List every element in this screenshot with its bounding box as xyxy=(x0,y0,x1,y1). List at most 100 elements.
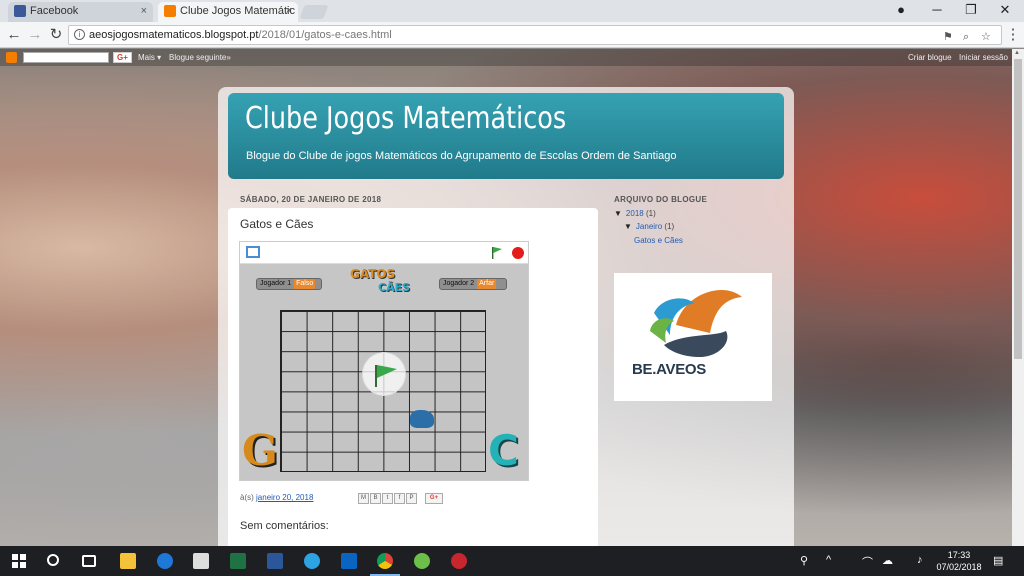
notifications-icon[interactable]: ▤ xyxy=(993,554,1003,567)
scrollbar-thumb[interactable] xyxy=(1014,59,1022,359)
url-path: /2018/01/gatos-e-caes.html xyxy=(258,29,392,41)
green-flag-icon xyxy=(375,365,397,387)
people-icon[interactable]: ⚲ xyxy=(800,554,808,567)
game-title-top: GATOS xyxy=(350,267,396,281)
browser-tab-strip: Facebook × Clube Jogos Matemátic × ● ─ ❐… xyxy=(0,0,1024,22)
pinterest-share-icon[interactable]: P xyxy=(406,493,417,504)
store-icon[interactable] xyxy=(193,553,209,569)
excel-icon[interactable] xyxy=(230,553,246,569)
blogger-logo-icon[interactable] xyxy=(6,52,17,63)
tab-label: Facebook xyxy=(30,5,79,17)
search-icon[interactable] xyxy=(47,554,59,566)
player2-name: Jogador 2 xyxy=(443,280,475,287)
back-button[interactable]: ← xyxy=(4,25,24,45)
expand-arrow-icon[interactable]: ▼ xyxy=(614,209,622,218)
outlook-icon[interactable] xyxy=(341,553,357,569)
file-explorer-icon[interactable] xyxy=(120,553,136,569)
blog-title[interactable]: Clube Jogos Matemáticos xyxy=(245,101,566,136)
archive-title: ARQUIVO DO BLOGUE xyxy=(614,195,708,204)
fullscreen-icon[interactable] xyxy=(246,246,260,258)
library-logo-icon xyxy=(650,289,742,357)
web-page: G+ Mais ▾ Blogue seguinte» Criar blogue … xyxy=(0,49,1024,546)
info-icon[interactable]: i xyxy=(74,29,85,40)
game-title-bottom: CÃES xyxy=(378,281,411,294)
volume-icon[interactable]: ♪ xyxy=(917,554,923,566)
share-buttons: M B t f P G+ xyxy=(358,493,443,504)
twitter-share-icon[interactable]: t xyxy=(382,493,393,504)
scratch-game-embed[interactable]: Jogador 1 Falso Jogador 2 Arfar GATOS CÃES… xyxy=(239,241,529,481)
tab-label: Clube Jogos Matemátic xyxy=(180,5,295,17)
extension-icon[interactable]: ⚑ xyxy=(943,28,953,46)
game-title: GATOS CÃES xyxy=(350,267,411,295)
tab-facebook[interactable]: Facebook × xyxy=(8,2,153,22)
tray-chevron-icon[interactable]: ^ xyxy=(826,554,831,566)
cloud-icon[interactable]: ☁ xyxy=(882,554,893,567)
task-view-icon[interactable] xyxy=(82,555,96,567)
blog-share-icon[interactable]: B xyxy=(370,493,381,504)
green-flag-icon[interactable] xyxy=(492,247,502,259)
forward-button[interactable]: → xyxy=(25,25,45,45)
player1-value: Falso xyxy=(294,279,316,289)
tab-close-icon[interactable]: × xyxy=(141,2,147,20)
tab-close-icon[interactable]: × xyxy=(286,2,292,20)
internet-explorer-icon[interactable] xyxy=(304,553,320,569)
library-logo-text: BE.AVEOS xyxy=(632,361,707,378)
close-button[interactable]: ✕ xyxy=(988,0,1022,22)
archive-year-count: (1) xyxy=(645,209,656,218)
post-permalink[interactable]: janeiro 20, 2018 xyxy=(256,493,313,502)
address-bar-row: ← → ↻ i aeosjogosmatematicos.blogspot.pt… xyxy=(0,22,1024,48)
more-menu[interactable]: Mais ▾ xyxy=(138,49,161,66)
app-red-icon[interactable] xyxy=(451,553,467,569)
create-blog-link[interactable]: Criar blogue xyxy=(908,49,952,66)
email-share-icon[interactable]: M xyxy=(358,493,369,504)
edge-icon[interactable] xyxy=(157,553,173,569)
profile-icon[interactable]: ● xyxy=(884,0,918,22)
blogger-navbar: G+ Mais ▾ Blogue seguinte» Criar blogue … xyxy=(0,49,1024,66)
tab-clube-jogos[interactable]: Clube Jogos Matemátic × xyxy=(158,2,298,22)
archive-post-link[interactable]: Gatos e Cães xyxy=(634,236,683,245)
page-scrollbar[interactable]: ▲ xyxy=(1012,49,1024,546)
windows-start-icon[interactable] xyxy=(11,553,27,569)
network-icon[interactable]: ⌒ xyxy=(862,554,873,570)
system-clock[interactable]: 17:33 07/02/2018 xyxy=(934,549,984,573)
blog-description: Blogue do Clube de jogos Matemáticos do … xyxy=(246,150,677,162)
archive-year-link[interactable]: 2018 xyxy=(626,209,644,218)
blog-header: Clube Jogos Matemáticos Blogue do Clube … xyxy=(228,93,784,179)
menu-icon[interactable]: ⋮ xyxy=(1003,25,1023,45)
app-green-icon[interactable] xyxy=(414,553,430,569)
address-bar[interactable]: i aeosjogosmatematicos.blogspot.pt/2018/… xyxy=(68,25,1002,45)
player1-label: Jogador 1 Falso xyxy=(256,278,322,290)
archive-month-link[interactable]: Janeiro xyxy=(636,222,662,231)
expand-arrow-icon[interactable]: ▼ xyxy=(624,222,632,231)
clock-time: 17:33 xyxy=(947,550,971,560)
url-host: aeosjogosmatematicos.blogspot.pt xyxy=(89,29,259,41)
dog-team-letter: C xyxy=(488,426,519,475)
chrome-icon[interactable] xyxy=(377,553,393,569)
gplus-button[interactable]: G+ xyxy=(113,52,132,63)
post-date-header: SÁBADO, 20 DE JANEIRO DE 2018 xyxy=(240,195,382,204)
minimize-button[interactable]: ─ xyxy=(920,0,954,22)
next-blog-link[interactable]: Blogue seguinte» xyxy=(169,49,231,66)
blog-search-input[interactable] xyxy=(23,52,109,63)
reload-button[interactable]: ↻ xyxy=(46,25,66,45)
stop-icon[interactable] xyxy=(512,247,524,259)
archive-month[interactable]: ▼ Janeiro (1) xyxy=(624,222,674,231)
zoom-icon[interactable]: ⌕ xyxy=(963,28,969,46)
comments-heading: Sem comentários: xyxy=(240,520,329,532)
gplus-share-button[interactable]: G+ xyxy=(425,493,443,504)
sign-in-link[interactable]: Iniciar sessão xyxy=(959,49,1008,66)
maximize-button[interactable]: ❐ xyxy=(954,0,988,22)
new-tab-button[interactable] xyxy=(299,5,329,19)
archive-month-count: (1) xyxy=(664,222,675,231)
bookmark-star-icon[interactable]: ☆ xyxy=(981,28,991,46)
scroll-up-icon[interactable]: ▲ xyxy=(1014,50,1020,56)
facebook-share-icon[interactable]: f xyxy=(394,493,405,504)
clock-date: 07/02/2018 xyxy=(936,562,982,572)
word-icon[interactable] xyxy=(267,553,283,569)
game-toolbar xyxy=(240,242,528,264)
facebook-favicon-icon xyxy=(14,5,26,17)
start-flag-button[interactable] xyxy=(362,352,406,396)
library-logo[interactable]: BE.AVEOS xyxy=(614,273,772,401)
archive-year[interactable]: ▼ 2018 (1) xyxy=(614,209,656,218)
windows-taskbar: ⚲ ^ ⌒ ☁ ♪ 17:33 07/02/2018 ▤ xyxy=(0,546,1024,576)
